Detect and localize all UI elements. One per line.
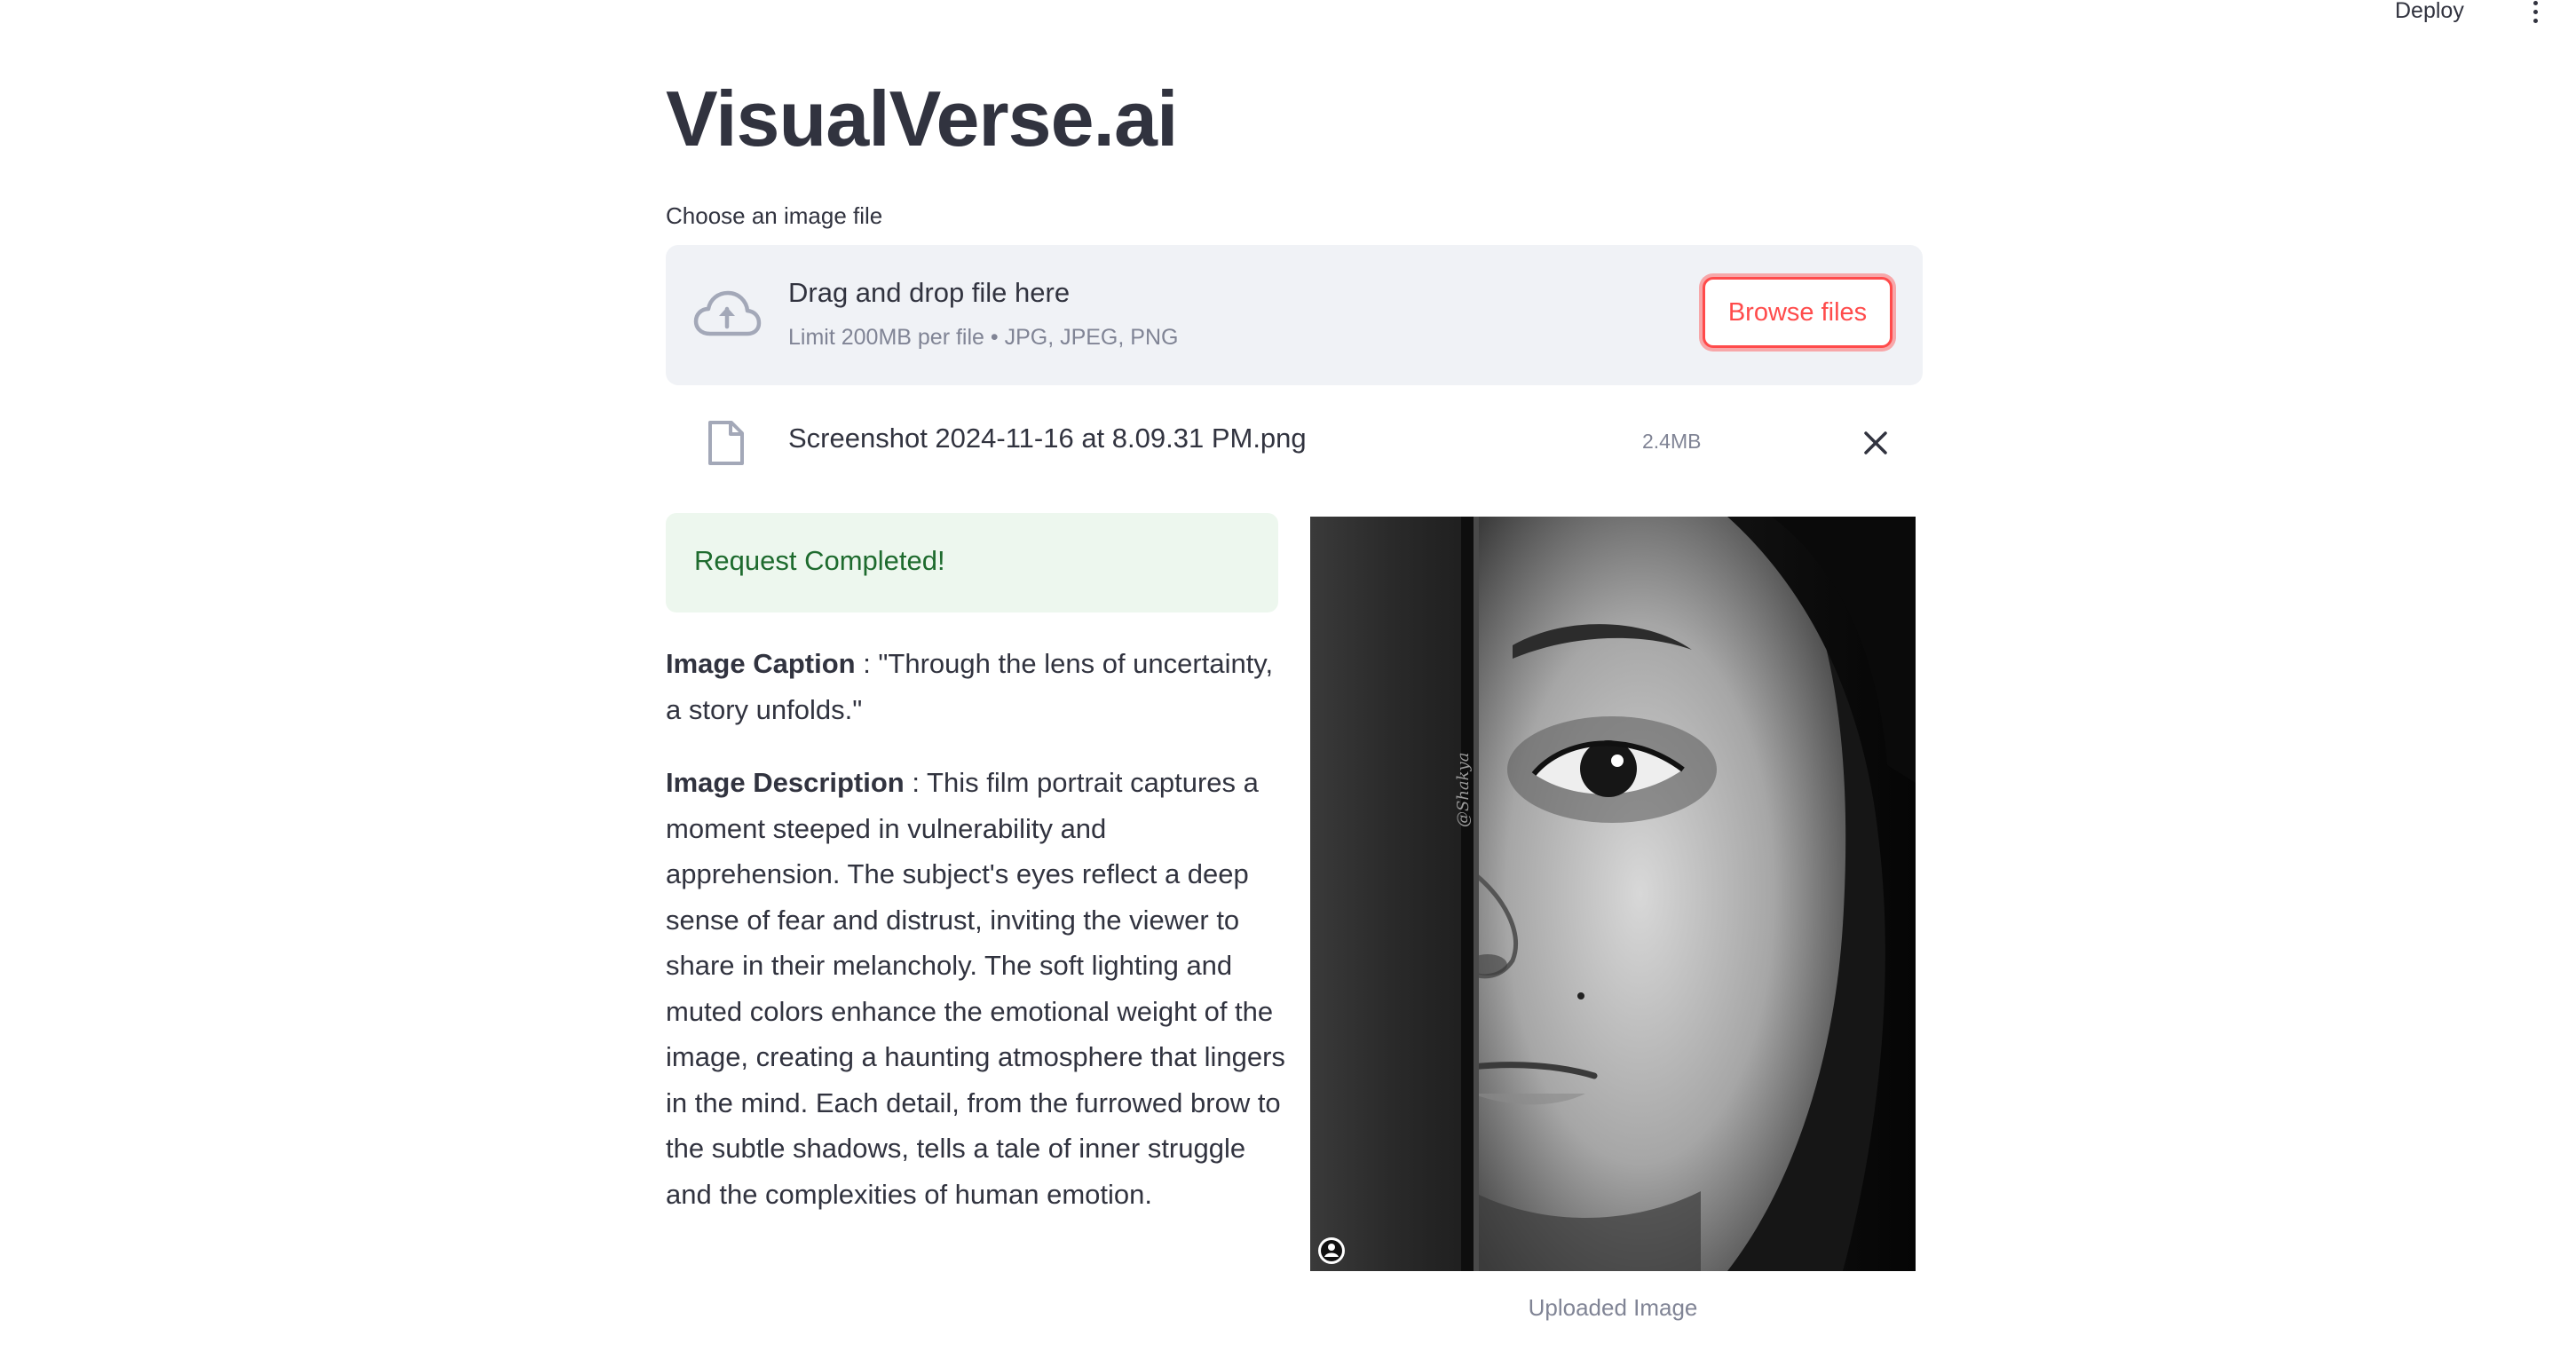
uploaded-file-name: Screenshot 2024-11-16 at 8.09.31 PM.png — [788, 423, 1307, 454]
page-title: VisualVerse.ai — [666, 75, 1178, 162]
kebab-dot — [2533, 18, 2538, 23]
photo-watermark: @Shakya — [1454, 753, 1473, 827]
deploy-button[interactable]: Deploy — [2395, 0, 2464, 25]
caption-label: Image Caption — [666, 648, 856, 679]
file-dropzone[interactable]: Drag and drop file here Limit 200MB per … — [666, 245, 1923, 385]
cloud-upload-icon — [693, 290, 762, 336]
image-caption-paragraph: Image Caption : "Through the lens of unc… — [666, 641, 1287, 732]
description-text: : This film portrait captures a moment s… — [666, 767, 1285, 1210]
kebab-dot — [2533, 9, 2538, 14]
uploader-label: Choose an image file — [666, 202, 883, 229]
close-icon[interactable] — [1861, 428, 1891, 458]
description-label: Image Description — [666, 767, 905, 798]
app-page: Deploy VisualVerse.ai Choose an image fi… — [0, 0, 2576, 1351]
success-alert: Request Completed! — [666, 513, 1278, 612]
portrait-photo: @Shakya — [1310, 517, 1916, 1271]
uploaded-image: @Shakya — [1310, 517, 1916, 1271]
image-caption-label: Uploaded Image — [1528, 1294, 1698, 1321]
uploaded-file-size: 2.4MB — [1642, 430, 1702, 453]
dropzone-limit-text: Limit 200MB per file • JPG, JPEG, PNG — [788, 325, 1179, 350]
dropzone-title: Drag and drop file here — [788, 277, 1071, 308]
uploaded-file-row: Screenshot 2024-11-16 at 8.09.31 PM.png … — [666, 408, 1923, 472]
success-message: Request Completed! — [694, 545, 945, 576]
kebab-dot — [2533, 0, 2538, 5]
more-vert-icon[interactable] — [2525, 0, 2546, 23]
browse-files-button[interactable]: Browse files — [1703, 277, 1892, 348]
file-icon — [708, 421, 744, 465]
image-description-paragraph: Image Description : This film portrait c… — [666, 760, 1287, 1217]
